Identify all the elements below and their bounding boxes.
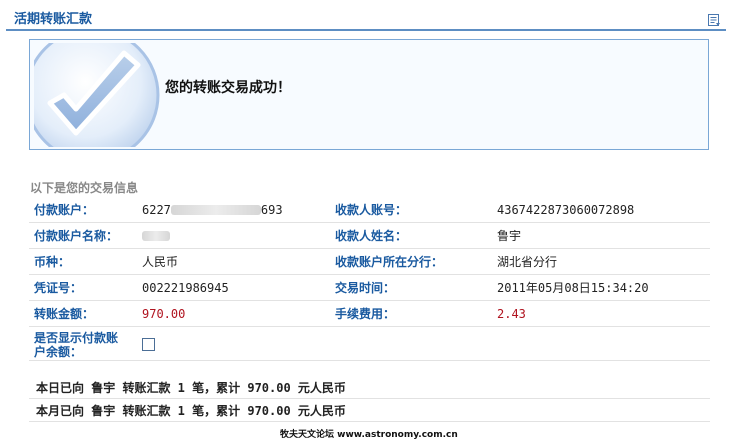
- show-balance-label: 是否显示付款账 户余额：: [29, 326, 137, 361]
- table-row: 币种： 人民币 收款账户所在分行： 湖北省分行: [29, 248, 710, 275]
- voucher-value: 002221986945: [137, 274, 330, 301]
- payee-account-label: 收款人账号：: [330, 197, 492, 223]
- table-row: 凭证号： 002221986945 交易时间： 2011年05月08日15:34…: [29, 274, 710, 301]
- table-row: 付款账户： 6227 693 收款人账号： 4367422873060072898: [29, 197, 710, 223]
- summary-today: 本日已向 鲁宇 转账汇款 1 笔，累计 970.00 元人民币: [29, 375, 710, 399]
- payee-name-label: 收款人姓名：: [330, 222, 492, 249]
- payee-account-value: 4367422873060072898: [492, 197, 710, 223]
- header-divider: [6, 29, 726, 31]
- info-heading: 以下是您的交易信息: [30, 181, 139, 195]
- page-header: 活期转账汇款: [0, 0, 730, 34]
- show-balance-label-line2: 户余额：: [34, 344, 83, 359]
- summary-month-text: 本月已向 鲁宇 转账汇款 1 笔，累计 970.00 元人民币: [36, 404, 346, 418]
- table-row: 转账金额： 970.00 手续费用： 2.43: [29, 300, 710, 327]
- empty-cell: [492, 326, 710, 361]
- time-label: 交易时间：: [330, 274, 492, 301]
- amount-label: 转账金额：: [29, 300, 137, 327]
- time-value: 2011年05月08日15:34:20: [492, 274, 710, 301]
- masked-digits: [170, 205, 261, 215]
- payee-name-value: 鲁宇: [492, 222, 710, 249]
- currency-label: 币种：: [29, 248, 137, 275]
- checkmark-icon: [34, 43, 160, 147]
- success-message: 您的转账交易成功！: [165, 80, 291, 96]
- forum-watermark: 牧夫天文论坛 www.astronomy.com.cn: [280, 430, 458, 440]
- show-balance-checkbox[interactable]: [142, 337, 155, 351]
- payee-branch-label: 收款账户所在分行：: [330, 248, 492, 275]
- payer-account-suffix: 693: [260, 202, 283, 217]
- amount-value: 970.00: [137, 300, 330, 327]
- transaction-info-table: 付款账户： 6227 693 收款人账号： 4367422873060072898…: [29, 197, 710, 361]
- payer-account-prefix: 6227: [142, 202, 171, 217]
- fee-label: 手续费用：: [330, 300, 492, 327]
- show-balance-label-line1: 是否显示付款账: [34, 330, 119, 345]
- empty-cell: [330, 326, 492, 361]
- document-print-icon[interactable]: [707, 13, 721, 27]
- table-row: 付款账户名称： 收款人姓名： 鲁宇: [29, 222, 710, 249]
- summary-today-text: 本日已向 鲁宇 转账汇款 1 笔，累计 970.00 元人民币: [36, 381, 346, 395]
- currency-value: 人民币: [137, 248, 330, 275]
- voucher-label: 凭证号：: [29, 274, 137, 301]
- show-balance-cell: [137, 326, 330, 361]
- summary-month: 本月已向 鲁宇 转账汇款 1 笔，累计 970.00 元人民币: [29, 398, 710, 422]
- payer-name-label: 付款账户名称：: [29, 222, 137, 249]
- table-row: 是否显示付款账 户余额：: [29, 326, 710, 361]
- payee-branch-value: 湖北省分行: [492, 248, 710, 275]
- payer-account-label: 付款账户：: [29, 197, 137, 223]
- success-panel: 您的转账交易成功！: [29, 39, 709, 150]
- page-title: 活期转账汇款: [14, 12, 93, 27]
- payer-account-value: 6227 693: [137, 197, 330, 223]
- masked-name: [142, 231, 170, 241]
- payer-name-value: [137, 222, 330, 249]
- fee-value: 2.43: [492, 300, 710, 327]
